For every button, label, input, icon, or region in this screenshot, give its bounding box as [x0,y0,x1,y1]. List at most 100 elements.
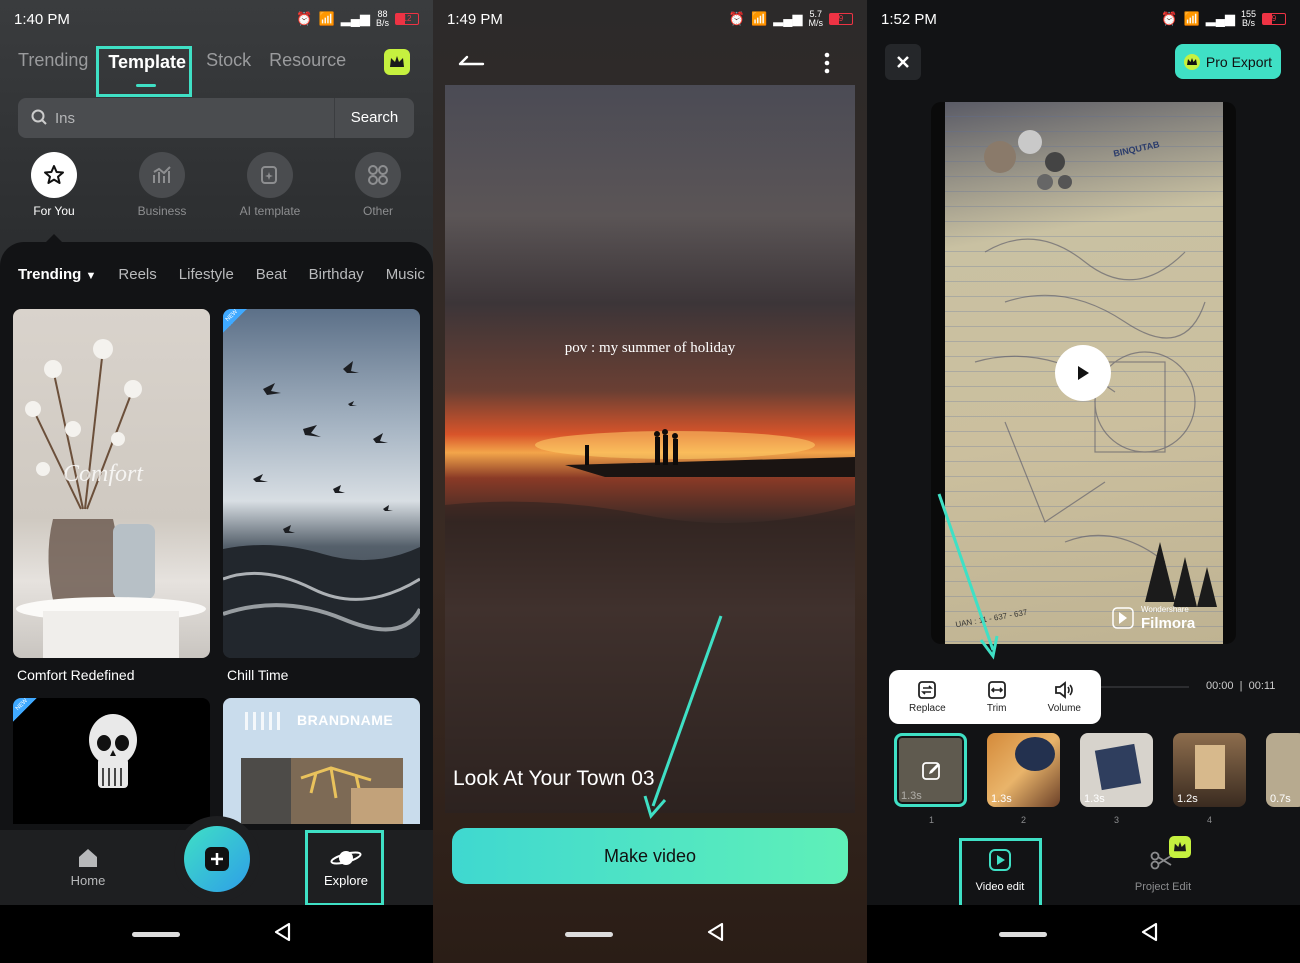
watermark-top: Wondershare [1141,605,1189,614]
grid-icon [368,165,388,185]
category-other[interactable]: Other [324,152,432,218]
dot-pattern [245,712,285,730]
wifi-icon: 📶 [318,11,335,26]
back-triangle-icon[interactable] [272,921,294,943]
card-title: Comfort Redefined [17,667,135,683]
new-badge: NEW [13,698,37,722]
plus-icon [205,847,229,871]
signal-icon: ▂▄▆ [1205,11,1235,26]
trim-label: Trim [986,703,1007,714]
trim-icon [987,681,1006,699]
volume-icon [1055,681,1074,699]
watermark: Filmora [1141,615,1196,632]
filter-lifestyle[interactable]: Lifestyle [179,266,234,283]
clip-duration: 1.3s [991,793,1012,805]
back-triangle-icon[interactable] [705,921,727,943]
search-bar[interactable]: Ins Search [18,98,414,138]
replace-button[interactable]: Replace [909,680,946,714]
home-pill[interactable] [131,932,180,937]
clip-thumbnail[interactable]: 1.3s [1080,733,1153,807]
new-badge: NEW [223,309,247,333]
replace-label: Replace [908,703,946,714]
clip-index: 4 [1207,815,1213,825]
timeline-track[interactable] [1101,686,1189,688]
volume-button[interactable]: Volume [1048,680,1081,714]
template-preview-screen: 1:49 PM ⏰ 📶 ▂▄▆ 5.7 M/s 9 pov : my summer… [433,0,867,963]
category-for-you[interactable]: For You [0,152,108,218]
crown-icon [1174,841,1186,852]
nav-home[interactable]: Home [62,846,114,888]
interior-image [241,758,403,824]
clip-duration: 0.7s [1270,793,1291,805]
more-options-icon[interactable] [823,52,831,74]
filter-music[interactable]: Music [386,266,425,283]
ai-template-icon [261,166,277,184]
video-overlay-text: pov : my summer of holiday [564,340,736,356]
template-card-skull[interactable]: NEW [13,698,210,824]
status-bar: 1:40 PM ⏰ 📶 ▂▄▆ 88 B/s 12 [0,0,433,40]
clip-thumbnail-selected[interactable]: 1.3s [894,733,967,807]
annotation-arrow [937,493,999,660]
chevron-down-icon: ▼ [85,270,97,282]
crown-icon [1183,53,1200,70]
project-edit-tab[interactable]: Project Edit [1123,848,1203,893]
back-triangle-icon[interactable] [1139,921,1161,943]
project-edit-label: Project Edit [1134,881,1192,893]
trim-button[interactable]: Trim [986,680,1008,714]
search-button[interactable]: Search [334,98,414,138]
tab-resource[interactable]: Resource [269,50,346,75]
clip-thumbnail[interactable]: 0.7s [1266,733,1300,807]
clip-duration: 1.3s [901,790,922,802]
battery-icon: 12 [395,13,419,25]
brandname-text: BRANDNAME [297,712,394,728]
template-title: Look At Your Town 03 [453,767,655,790]
net-speed: 88 B/s [375,9,389,28]
pro-export-button[interactable]: Pro Export [1175,44,1281,79]
filter-beat[interactable]: Beat [256,266,287,283]
wifi-icon: 📶 [751,11,768,26]
home-icon [79,849,97,867]
template-card-chill[interactable]: NEW [223,309,420,658]
make-video-button[interactable]: Make video [452,828,848,884]
alarm-icon: ⏰ [728,11,746,26]
wifi-icon: 📶 [1183,11,1200,26]
filter-trending[interactable]: Trending ▼ [18,266,96,283]
tab-stock[interactable]: Stock [206,50,251,75]
clip-index: 2 [1021,815,1027,825]
clip-index: 1 [929,815,935,825]
category-business[interactable]: Business [108,152,216,218]
alarm-icon: ⏰ [296,11,313,26]
category-row: For You Business AI template Other [0,152,433,218]
search-input[interactable]: Ins [55,110,334,127]
clip-thumbnail[interactable]: 1.3s [987,733,1060,807]
battery-icon: 9 [1262,13,1286,25]
pro-export-label: Pro Export [1205,53,1273,70]
battery-icon: 9 [829,13,853,25]
template-card-comfort[interactable]: Comfort [13,309,210,658]
alarm-icon: ⏰ [1161,11,1178,26]
category-label: AI template [239,204,301,218]
play-button[interactable] [1055,345,1111,401]
close-button[interactable] [885,44,921,80]
status-time: 1:40 PM [14,11,70,28]
clip-thumbnail[interactable]: 1.2s [1173,733,1246,807]
highlight-box [959,838,1042,911]
system-nav-bar [433,905,867,963]
home-pill[interactable] [998,932,1047,937]
home-pill[interactable] [565,932,613,937]
back-arrow-icon[interactable] [457,52,485,70]
filter-reels[interactable]: Reels [118,266,156,283]
edit-icon [922,762,940,780]
tab-trending[interactable]: Trending [18,50,88,75]
premium-crown-button[interactable] [384,49,410,75]
status-bar: 1:52 PM ⏰ 📶 ▂▄▆ 155 B/s 9 [867,0,1300,40]
status-time: 1:52 PM [881,11,937,28]
filter-birthday[interactable]: Birthday [309,266,364,283]
card-title: Chill Time [227,667,289,683]
search-icon [31,109,47,125]
clip-duration: 1.2s [1177,793,1198,805]
create-button[interactable] [184,826,250,892]
template-card-brandname[interactable]: BRANDNAME [223,698,420,824]
category-ai-template[interactable]: AI template [216,152,324,218]
volume-label: Volume [1047,703,1081,714]
